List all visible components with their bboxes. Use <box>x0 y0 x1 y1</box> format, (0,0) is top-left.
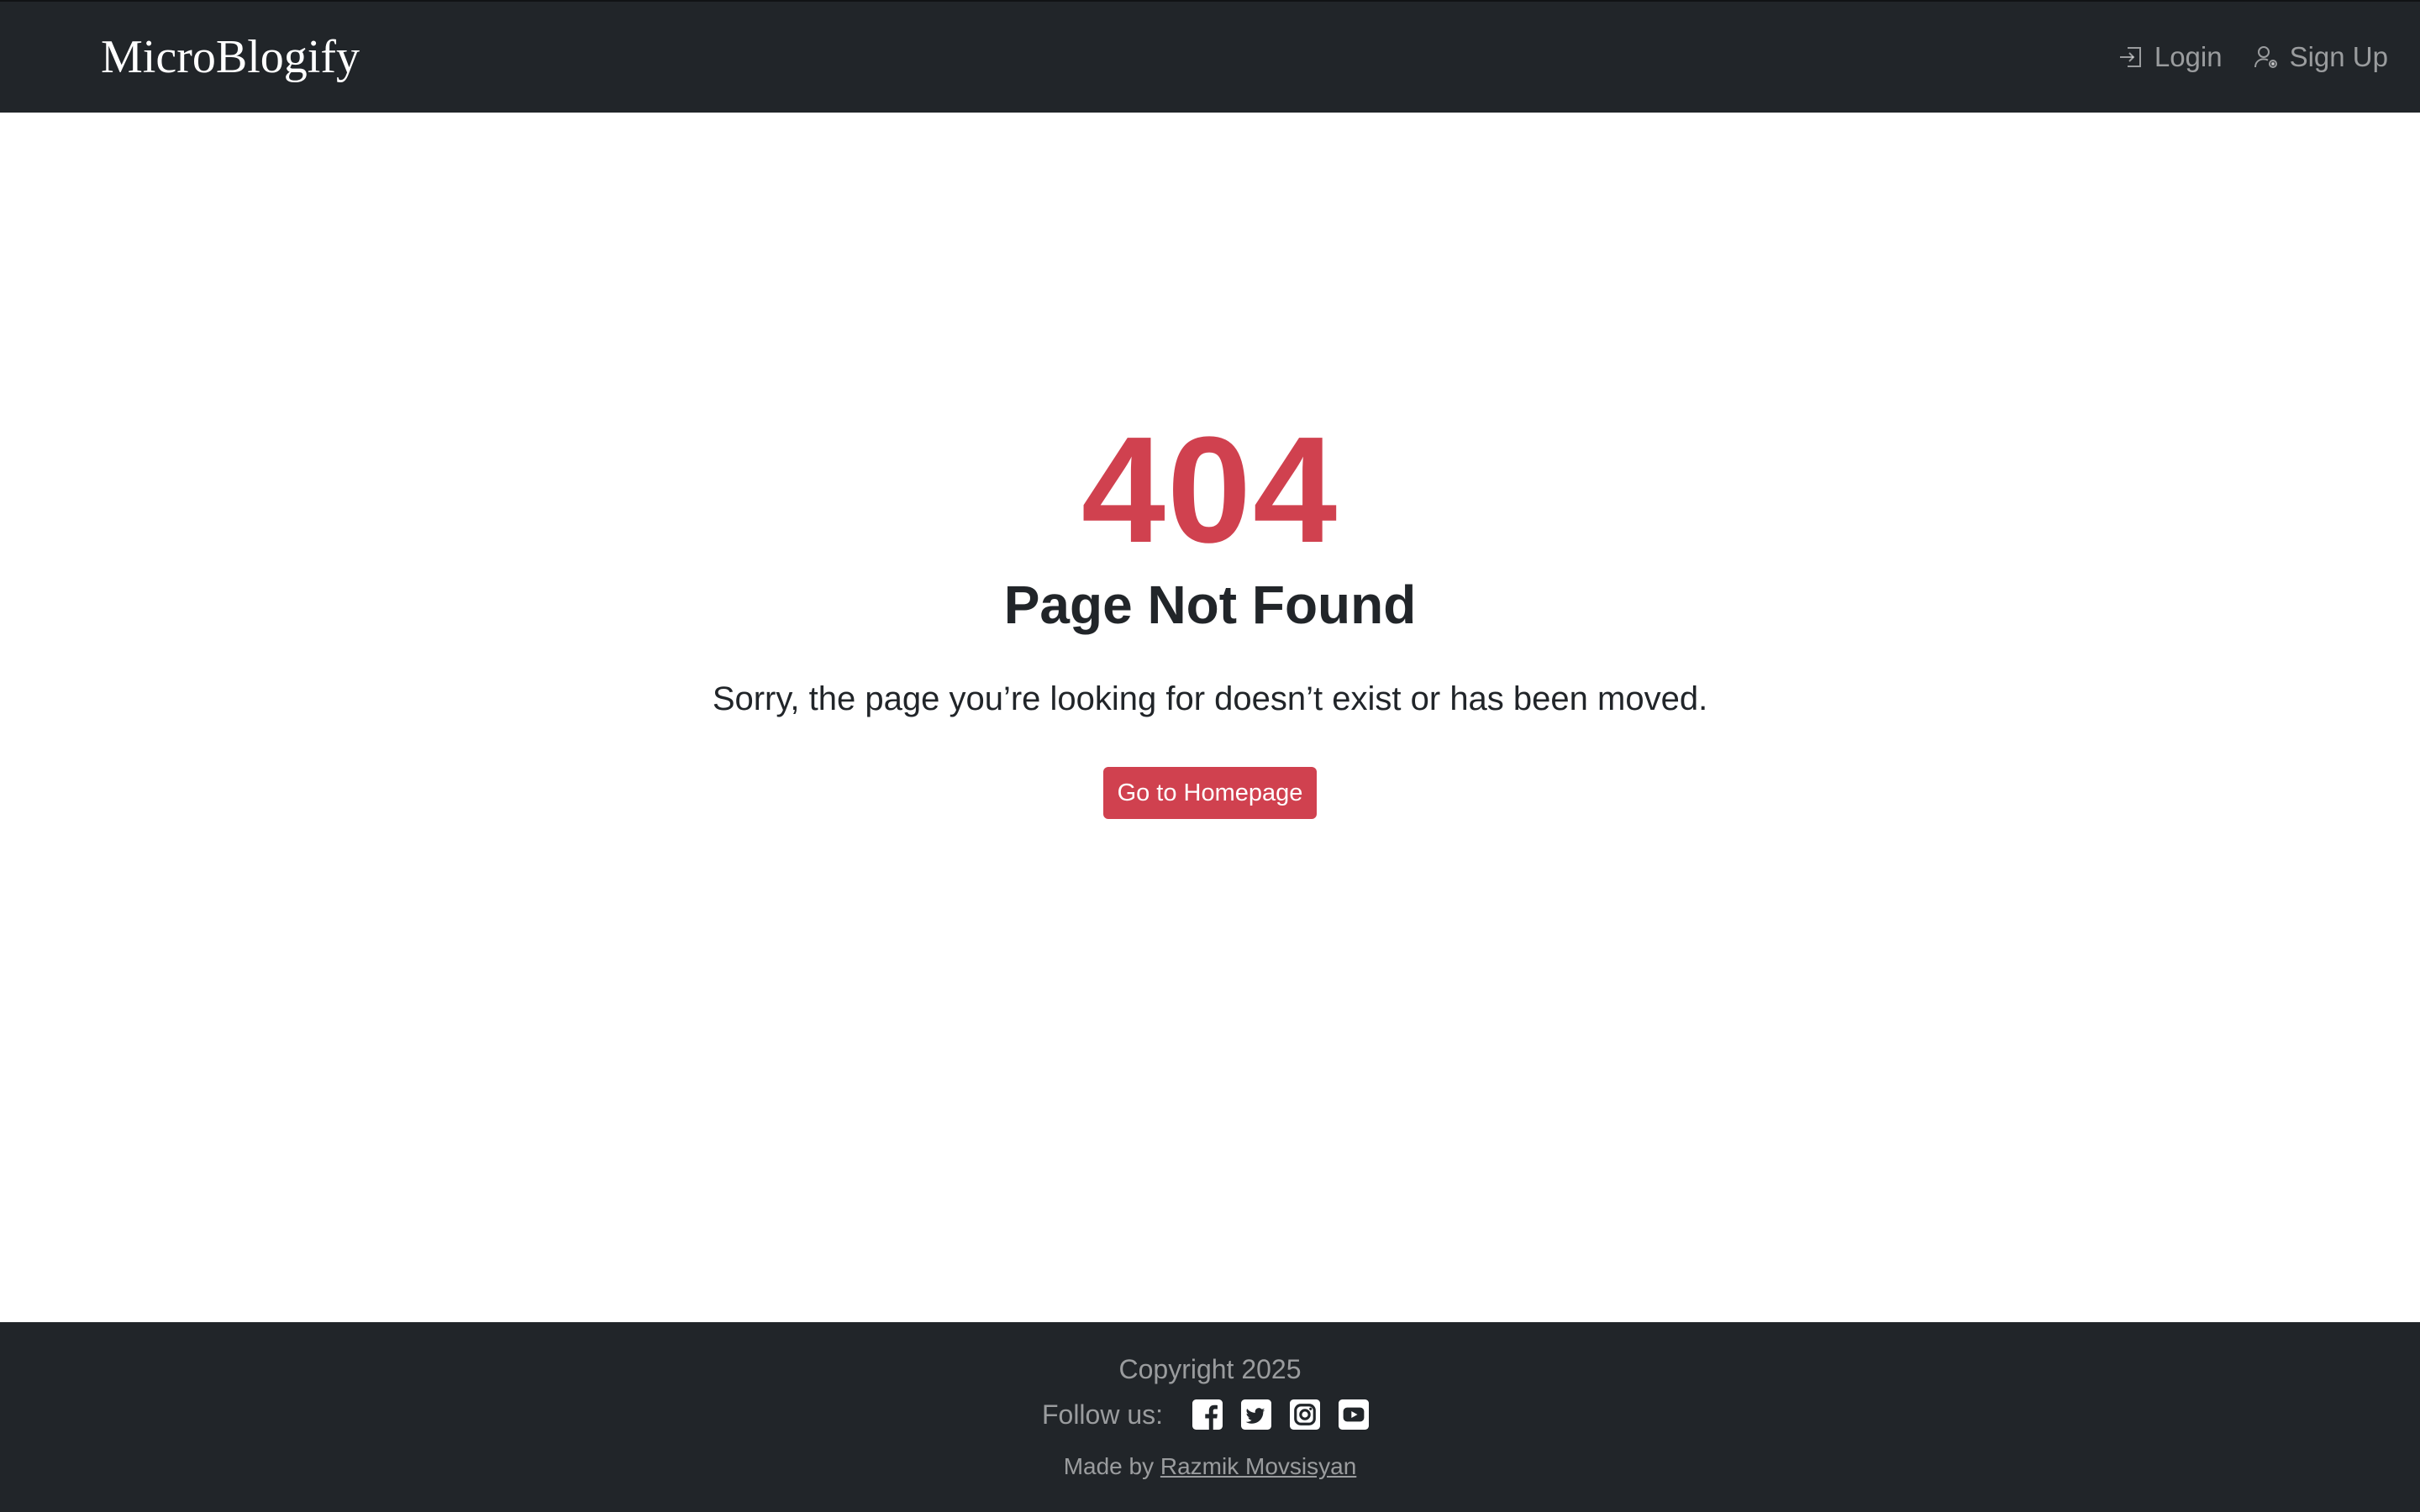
author-link[interactable]: Razmik Movsisyan <box>1160 1453 1356 1479</box>
error-message: Sorry, the page you’re looking for doesn… <box>712 680 1708 717</box>
login-label: Login <box>2154 41 2223 72</box>
login-arrow-icon <box>2119 47 2141 67</box>
page: MicroBlogify Login Sign Up 404 Page Not … <box>0 0 2420 1512</box>
twitter-icon[interactable] <box>1241 1399 1272 1430</box>
copyright-text: Copyright 2025 <box>1118 1354 1302 1384</box>
login-link[interactable]: Login <box>2118 39 2223 76</box>
signup-label: Sign Up <box>2289 41 2388 72</box>
made-by-line: Made by Razmik Movsisyan <box>0 1450 2420 1483</box>
navbar: MicroBlogify Login Sign Up <box>0 0 2420 113</box>
made-by-prefix: Made by <box>1063 1453 1155 1479</box>
nav-links: Login Sign Up <box>2118 39 2388 76</box>
person-gear-icon <box>2254 46 2277 68</box>
footer: Copyright 2025 Follow us: Made by Razmik… <box>0 1322 2420 1512</box>
error-title: Page Not Found <box>1003 575 1417 635</box>
signup-link[interactable]: Sign Up <box>2253 39 2388 76</box>
youtube-icon[interactable] <box>1339 1399 1370 1430</box>
facebook-icon[interactable] <box>1192 1399 1223 1430</box>
follow-us-row: Follow us: <box>0 1396 2420 1433</box>
follow-label: Follow us: <box>1041 1399 1164 1430</box>
go-to-homepage-button[interactable]: Go to Homepage <box>1103 767 1317 819</box>
instagram-icon[interactable] <box>1290 1399 1321 1430</box>
brand-logo[interactable]: MicroBlogify <box>101 30 360 84</box>
error-code: 404 <box>1081 406 1339 575</box>
main-content: 404 Page Not Found Sorry, the page you’r… <box>0 113 2420 1322</box>
